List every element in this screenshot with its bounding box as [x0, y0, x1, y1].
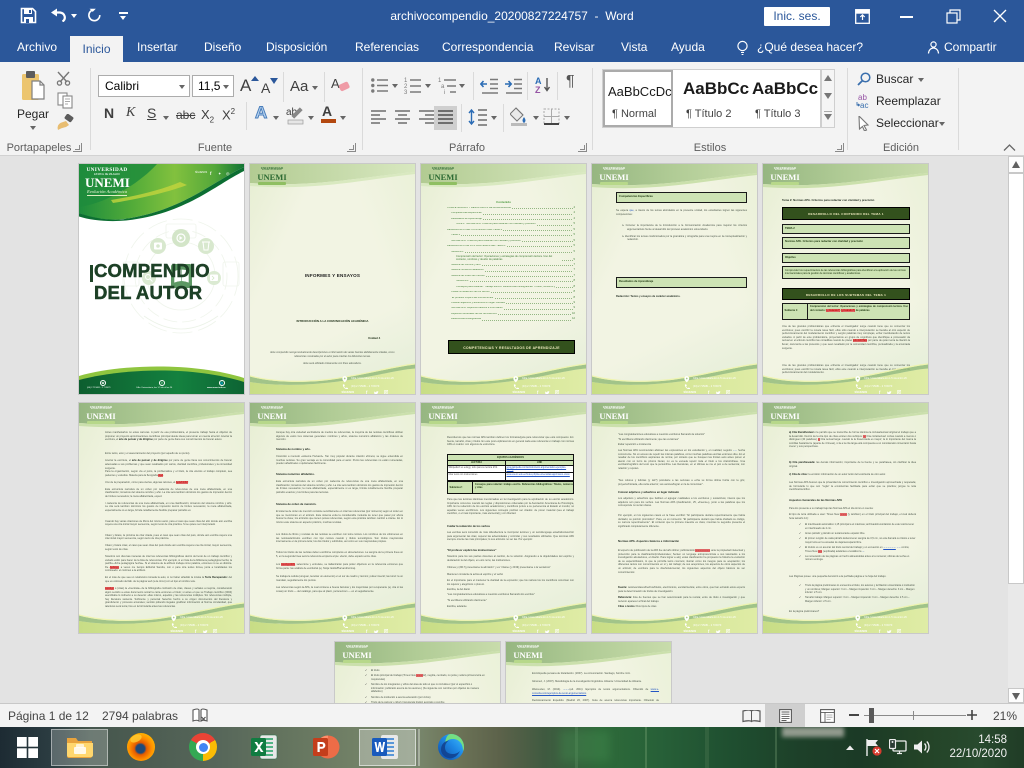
svg-text:ac: ac [860, 101, 868, 109]
svg-text:Z: Z [535, 85, 541, 94]
svg-text:i: i [444, 90, 445, 94]
svg-text:3: 3 [404, 90, 408, 94]
